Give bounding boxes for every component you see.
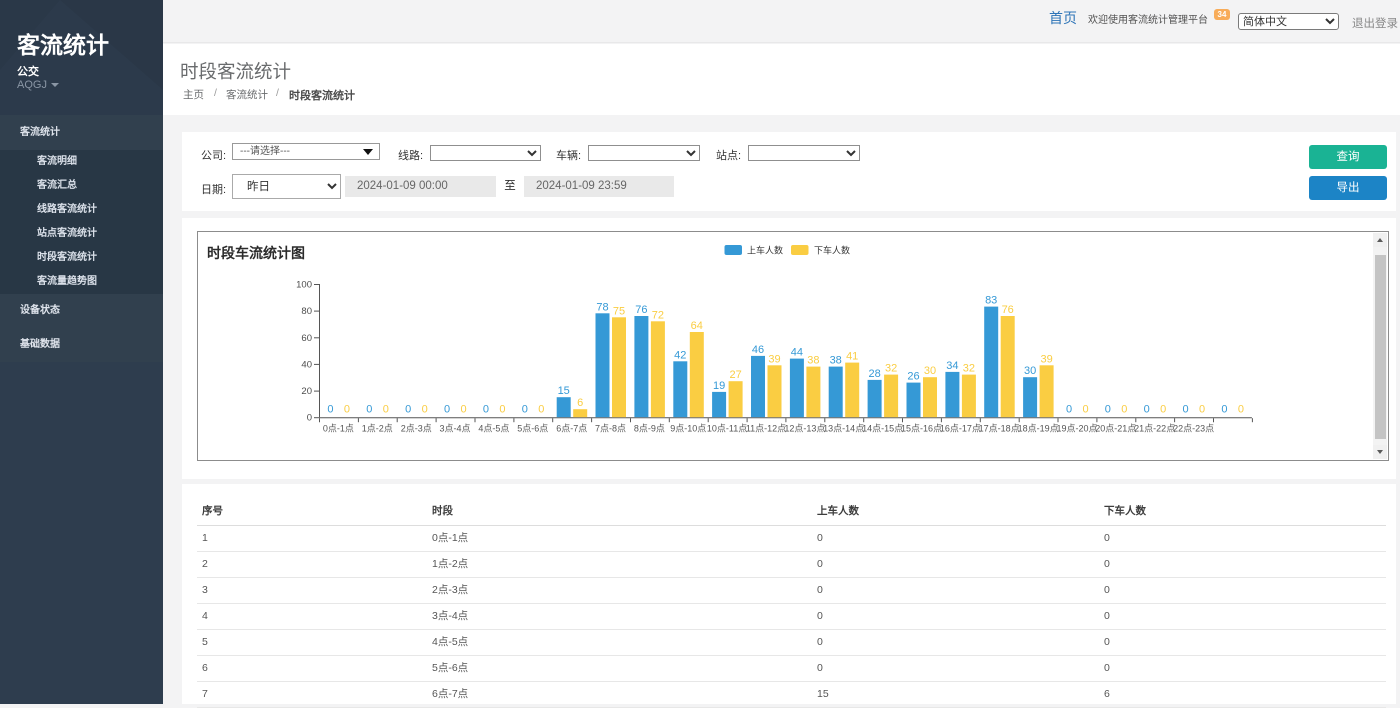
svg-text:34: 34 (946, 360, 958, 372)
svg-text:75: 75 (613, 305, 625, 317)
svg-text:0: 0 (1144, 404, 1150, 416)
svg-text:0: 0 (344, 404, 350, 416)
svg-text:0点-1点: 0点-1点 (323, 424, 354, 434)
svg-text:0: 0 (1160, 404, 1166, 416)
svg-text:20点-21点: 20点-21点 (1095, 424, 1136, 434)
svg-text:0: 0 (1105, 404, 1111, 416)
svg-text:12点-13点: 12点-13点 (784, 424, 825, 434)
svg-text:19点-20点: 19点-20点 (1056, 424, 1097, 434)
svg-text:0: 0 (460, 404, 466, 416)
svg-text:1点-2点: 1点-2点 (362, 424, 393, 434)
svg-text:0: 0 (327, 404, 333, 416)
svg-text:16点-17点: 16点-17点 (940, 424, 981, 434)
svg-text:80: 80 (301, 306, 312, 317)
svg-text:21点-22点: 21点-22点 (1134, 424, 1175, 434)
svg-text:0: 0 (483, 404, 489, 416)
svg-text:0: 0 (307, 413, 312, 424)
svg-text:0: 0 (444, 404, 450, 416)
svg-text:0: 0 (1183, 404, 1189, 416)
svg-text:3点-4点: 3点-4点 (439, 424, 470, 434)
svg-text:7点-8点: 7点-8点 (595, 424, 626, 434)
svg-text:46: 46 (752, 344, 764, 356)
svg-text:0: 0 (383, 404, 389, 416)
svg-text:8点-9点: 8点-9点 (634, 424, 665, 434)
svg-text:17点-18点: 17点-18点 (979, 424, 1020, 434)
svg-text:10点-11点: 10点-11点 (707, 424, 747, 434)
svg-text:6点-7点: 6点-7点 (556, 424, 587, 434)
svg-text:32: 32 (963, 363, 975, 375)
svg-text:5点-6点: 5点-6点 (517, 424, 548, 434)
svg-text:0: 0 (538, 404, 544, 416)
svg-text:64: 64 (691, 320, 703, 332)
svg-text:32: 32 (885, 363, 897, 375)
svg-text:上车人数: 上车人数 (747, 245, 783, 256)
svg-text:9点-10点: 9点-10点 (670, 424, 706, 434)
svg-text:30: 30 (1024, 365, 1036, 377)
svg-text:19: 19 (713, 380, 725, 392)
svg-text:41: 41 (846, 351, 858, 363)
svg-text:42: 42 (674, 349, 686, 361)
svg-text:27: 27 (729, 369, 741, 381)
svg-text:15点-16点: 15点-16点 (901, 424, 942, 434)
svg-text:0: 0 (1238, 404, 1244, 416)
svg-text:39: 39 (768, 353, 780, 365)
svg-text:76: 76 (635, 304, 647, 316)
svg-text:0: 0 (1121, 404, 1127, 416)
svg-text:0: 0 (405, 404, 411, 416)
svg-text:39: 39 (1040, 353, 1052, 365)
svg-text:4点-5点: 4点-5点 (478, 424, 509, 434)
svg-text:0: 0 (1066, 404, 1072, 416)
svg-text:20: 20 (301, 386, 312, 397)
svg-text:0: 0 (522, 404, 528, 416)
svg-text:72: 72 (652, 309, 664, 321)
svg-text:0: 0 (499, 404, 505, 416)
svg-text:15: 15 (558, 385, 570, 397)
svg-text:28: 28 (868, 368, 880, 380)
svg-text:38: 38 (830, 355, 842, 367)
svg-text:44: 44 (791, 347, 803, 359)
svg-text:0: 0 (1082, 404, 1088, 416)
svg-text:14点-15点: 14点-15点 (862, 424, 903, 434)
svg-text:0: 0 (366, 404, 372, 416)
svg-text:76: 76 (1002, 304, 1014, 316)
svg-text:0: 0 (1199, 404, 1205, 416)
svg-text:11点-12点: 11点-12点 (746, 424, 786, 434)
svg-text:26: 26 (907, 371, 919, 383)
svg-text:100: 100 (296, 280, 312, 291)
svg-text:18点-19点: 18点-19点 (1018, 424, 1059, 434)
svg-text:60: 60 (301, 333, 312, 344)
svg-text:13点-14点: 13点-14点 (823, 424, 864, 434)
svg-text:0: 0 (1221, 404, 1227, 416)
svg-text:78: 78 (596, 301, 608, 313)
svg-text:6: 6 (577, 397, 583, 409)
svg-text:30: 30 (924, 365, 936, 377)
svg-text:2点-3点: 2点-3点 (401, 424, 432, 434)
svg-text:0: 0 (422, 404, 428, 416)
svg-text:40: 40 (301, 359, 312, 370)
svg-text:下车人数: 下车人数 (814, 245, 850, 256)
svg-text:22点-23点: 22点-23点 (1173, 424, 1214, 434)
svg-text:83: 83 (985, 295, 997, 307)
svg-text:38: 38 (807, 355, 819, 367)
